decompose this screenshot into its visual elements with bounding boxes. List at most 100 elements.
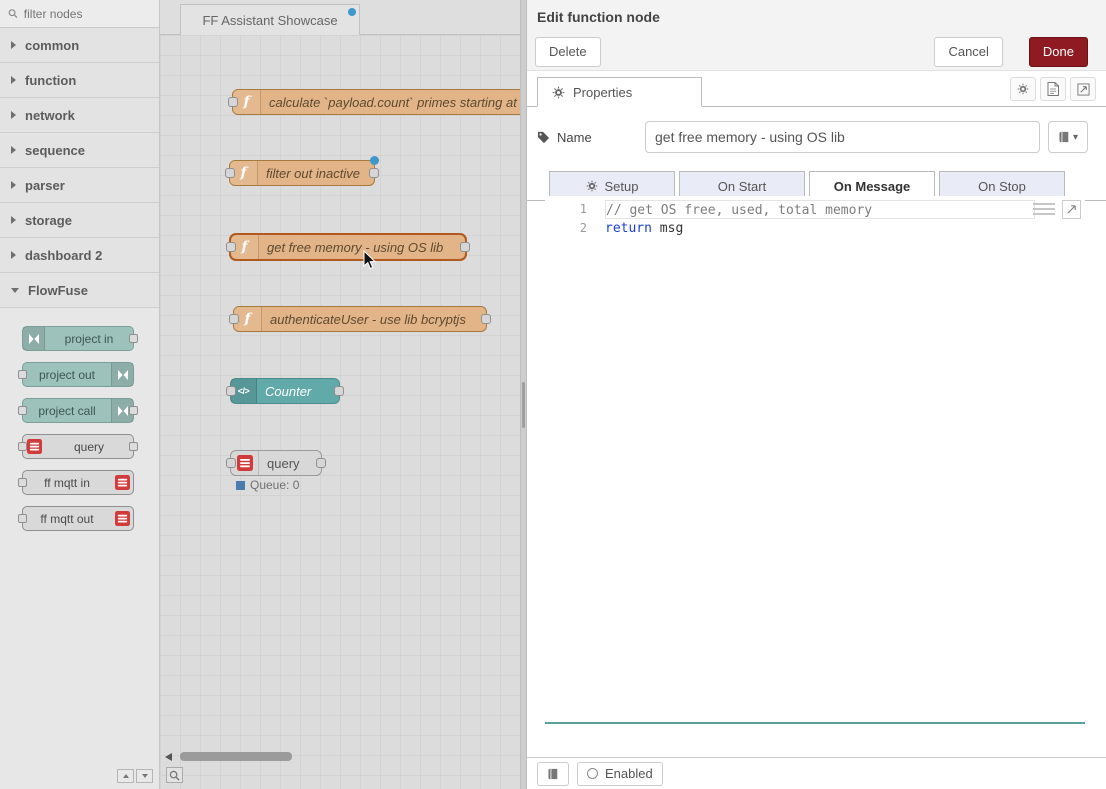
magnifier-icon bbox=[169, 770, 180, 781]
chevron-right-icon bbox=[11, 251, 16, 259]
code-line[interactable]: 2 return msg bbox=[545, 219, 1085, 238]
chevron-right-icon bbox=[11, 216, 16, 224]
node-settings-button[interactable] bbox=[1010, 77, 1036, 101]
input-port[interactable] bbox=[226, 386, 236, 396]
palette-category-parser[interactable]: parser bbox=[0, 168, 159, 203]
category-label: FlowFuse bbox=[28, 283, 88, 298]
node-changed-dot bbox=[370, 156, 379, 165]
project-icon bbox=[111, 363, 133, 386]
palette-node-label: project in bbox=[45, 332, 133, 346]
category-label: function bbox=[25, 73, 76, 88]
node-description-button[interactable] bbox=[1040, 77, 1066, 101]
input-port[interactable] bbox=[18, 478, 27, 487]
flow-node-function-get-free-memory[interactable]: f get free memory - using OS lib bbox=[230, 234, 466, 260]
document-icon bbox=[1047, 82, 1059, 96]
node-name-input[interactable] bbox=[645, 121, 1040, 153]
palette-category-storage[interactable]: storage bbox=[0, 203, 159, 238]
tray-icon-buttons bbox=[1010, 77, 1096, 101]
palette-category-sequence[interactable]: sequence bbox=[0, 133, 159, 168]
cancel-button[interactable]: Cancel bbox=[934, 37, 1002, 67]
palette-node-label: ff mqtt in bbox=[23, 476, 111, 490]
flow-node-template-counter[interactable]: </> Counter bbox=[230, 378, 340, 404]
palette-search[interactable] bbox=[0, 0, 159, 28]
palette-node-ff-mqtt-out[interactable]: ff mqtt out bbox=[22, 506, 134, 531]
scroll-left-arrow[interactable] bbox=[165, 753, 172, 761]
chevron-right-icon bbox=[11, 146, 16, 154]
palette-search-input[interactable] bbox=[24, 7, 151, 21]
gear-icon bbox=[586, 180, 598, 192]
name-form-row: Name ▾ bbox=[527, 107, 1106, 161]
input-port[interactable] bbox=[226, 242, 236, 252]
output-port[interactable] bbox=[129, 334, 138, 343]
palette-node-label: project call bbox=[23, 404, 111, 418]
tray-header: Edit function node bbox=[527, 0, 1106, 33]
chevron-right-icon bbox=[11, 111, 16, 119]
resize-grip[interactable] bbox=[522, 382, 525, 428]
line-number: 1 bbox=[545, 200, 605, 219]
project-icon bbox=[23, 327, 45, 350]
chevron-down-icon bbox=[142, 774, 148, 778]
palette-node-project-call[interactable]: project call bbox=[22, 398, 134, 423]
expand-icon bbox=[1077, 83, 1090, 96]
canvas-grid[interactable] bbox=[160, 35, 520, 789]
expand-editor-button[interactable] bbox=[1062, 200, 1081, 219]
output-port[interactable] bbox=[129, 406, 138, 415]
flow-node-query[interactable]: query bbox=[230, 450, 322, 476]
library-export-button[interactable] bbox=[537, 762, 569, 786]
input-port[interactable] bbox=[18, 514, 27, 523]
palette-category-common[interactable]: common bbox=[0, 28, 159, 63]
palette-node-project-out[interactable]: project out bbox=[22, 362, 134, 387]
search-icon bbox=[8, 8, 18, 19]
done-button[interactable]: Done bbox=[1029, 37, 1088, 67]
library-button[interactable]: ▾ bbox=[1048, 121, 1088, 153]
workspace-tab[interactable]: FF Assistant Showcase bbox=[180, 4, 360, 35]
book-icon bbox=[1058, 131, 1070, 143]
node-label: query bbox=[259, 456, 310, 471]
palette-expand-all-button[interactable] bbox=[136, 769, 153, 783]
node-label: authenticateUser - use lib bcryptjs bbox=[262, 312, 476, 327]
palette-node-label: project out bbox=[23, 368, 111, 382]
horizontal-scrollbar[interactable] bbox=[180, 752, 292, 761]
palette-category-function[interactable]: function bbox=[0, 63, 159, 98]
chevron-right-icon bbox=[11, 181, 16, 189]
zoom-search-button[interactable] bbox=[166, 767, 183, 783]
delete-button[interactable]: Delete bbox=[535, 37, 601, 67]
output-port[interactable] bbox=[334, 386, 344, 396]
code-editor[interactable]: 1 // get OS free, used, total memory 2 r… bbox=[545, 196, 1085, 724]
flow-node-function-authenticate-user[interactable]: f authenticateUser - use lib bcryptjs bbox=[233, 306, 487, 332]
output-port[interactable] bbox=[460, 242, 470, 252]
flow-node-function-calculate-primes[interactable]: f calculate `payload.count` primes start… bbox=[232, 89, 520, 115]
palette-node-query[interactable]: query bbox=[22, 434, 134, 459]
input-port[interactable] bbox=[18, 442, 27, 451]
input-port[interactable] bbox=[228, 97, 238, 107]
output-port[interactable] bbox=[369, 168, 379, 178]
edit-node-tray: Edit function node Delete Cancel Done Pr… bbox=[527, 0, 1106, 789]
input-port[interactable] bbox=[18, 406, 27, 415]
line-number: 2 bbox=[545, 219, 605, 238]
palette-node-ff-mqtt-in[interactable]: ff mqtt in bbox=[22, 470, 134, 495]
palette-node-project-in[interactable]: project in bbox=[22, 326, 134, 351]
palette-category-network[interactable]: network bbox=[0, 98, 159, 133]
input-port[interactable] bbox=[225, 168, 235, 178]
expand-tray-button[interactable] bbox=[1070, 77, 1096, 101]
input-port[interactable] bbox=[18, 370, 27, 379]
code-text: msg bbox=[652, 221, 683, 236]
palette-category-dashboard2[interactable]: dashboard 2 bbox=[0, 238, 159, 273]
output-port[interactable] bbox=[481, 314, 491, 324]
input-port[interactable] bbox=[226, 458, 236, 468]
sidebar-resize-handle[interactable] bbox=[520, 0, 527, 789]
node-label: Counter bbox=[257, 384, 321, 399]
tab-properties[interactable]: Properties bbox=[537, 77, 702, 107]
enabled-toggle-button[interactable]: Enabled bbox=[577, 762, 663, 786]
flowfuse-mqtt-icon bbox=[111, 507, 133, 530]
editor-minimap[interactable] bbox=[1033, 203, 1055, 216]
input-port[interactable] bbox=[229, 314, 239, 324]
flow-workspace[interactable]: FF Assistant Showcase f calculate `paylo… bbox=[160, 0, 520, 789]
palette-category-flowfuse[interactable]: FlowFuse bbox=[0, 273, 159, 308]
code-line[interactable]: 1 // get OS free, used, total memory bbox=[545, 200, 1085, 219]
output-port[interactable] bbox=[129, 442, 138, 451]
palette-collapse-all-button[interactable] bbox=[117, 769, 134, 783]
output-port[interactable] bbox=[316, 458, 326, 468]
flow-node-function-filter-out-inactive[interactable]: f filter out inactive bbox=[229, 160, 375, 186]
palette-category-nodes: project in project out project call quer… bbox=[0, 308, 159, 531]
